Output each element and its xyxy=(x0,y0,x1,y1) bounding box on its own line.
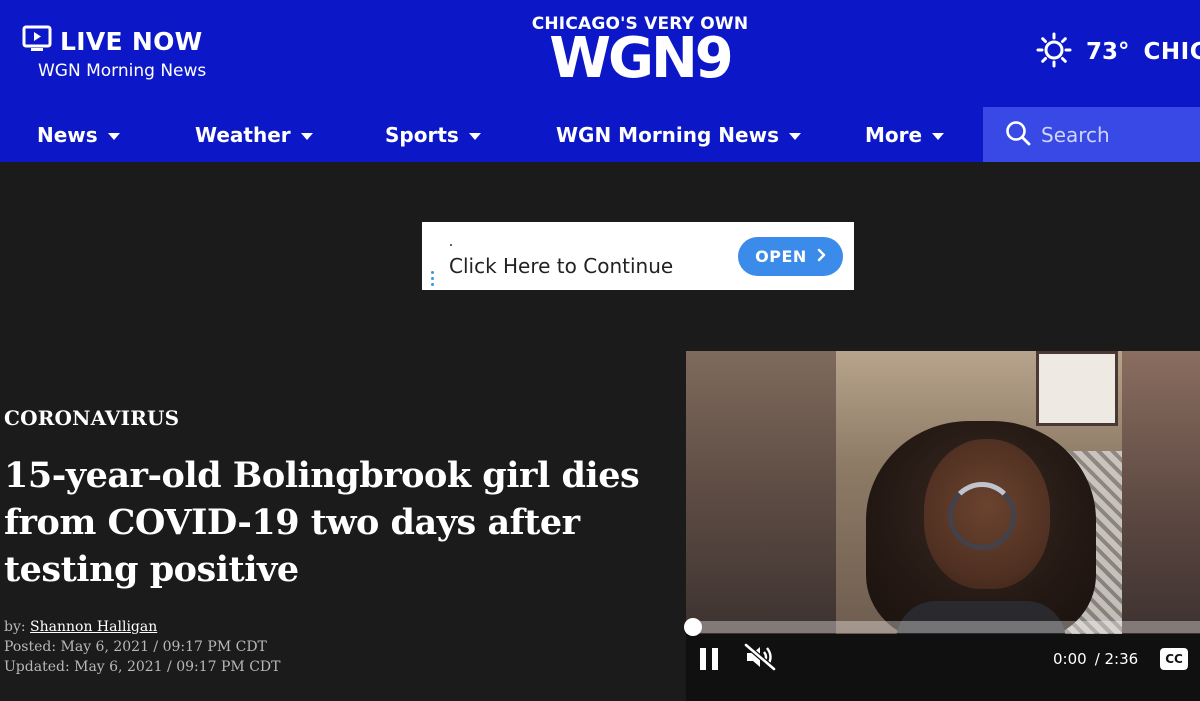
video-blur-right xyxy=(1122,351,1200,634)
video-progress-handle[interactable] xyxy=(684,618,702,636)
article-meta: by: Shannon Halligan Posted: May 6, 2021… xyxy=(4,617,280,677)
ad-text[interactable]: Click Here to Continue xyxy=(449,254,673,278)
video-frame[interactable] xyxy=(686,351,1200,634)
video-player[interactable]: 0:00 / 2:36 CC xyxy=(684,351,1200,701)
weather-city: CHIC xyxy=(1143,39,1200,65)
video-blur-left xyxy=(686,351,836,634)
live-now-link[interactable]: LIVE NOW xyxy=(22,25,203,57)
nav-item-label: Sports xyxy=(385,122,459,147)
closed-captions-button[interactable]: CC xyxy=(1160,648,1188,670)
pause-button[interactable] xyxy=(700,645,718,673)
live-show-name[interactable]: WGN Morning News xyxy=(38,61,206,81)
chevron-down-icon xyxy=(300,132,313,140)
updated-date: Updated: May 6, 2021 / 09:17 PM CDT xyxy=(4,659,281,675)
chevron-down-icon xyxy=(932,132,945,140)
chevron-down-icon xyxy=(107,132,120,140)
speaker-muted-icon xyxy=(744,643,776,675)
ad-marker xyxy=(450,244,452,246)
search-icon xyxy=(1005,120,1031,150)
byline: by: Shannon Halligan xyxy=(4,617,280,637)
nav-item-label: More xyxy=(865,122,923,147)
live-now-label: LIVE NOW xyxy=(60,26,203,56)
article-category[interactable]: CORONAVIRUS xyxy=(4,406,179,430)
pause-icon-bar xyxy=(712,648,718,670)
article-headline: 15-year-old Bolingbrook girl dies from C… xyxy=(4,455,640,590)
site-header: LIVE NOW WGN Morning News CHICAGO'S VERY… xyxy=(0,0,1200,107)
wall-picture xyxy=(1036,351,1118,426)
chevron-down-icon xyxy=(468,132,481,140)
search-input[interactable]: Search xyxy=(1041,123,1110,147)
posted-date: Posted: May 6, 2021 / 09:17 PM CDT xyxy=(4,639,267,655)
nav-item-more[interactable]: More xyxy=(865,107,945,162)
ad-options-icon[interactable] xyxy=(431,271,434,286)
duration: / 2:36 xyxy=(1094,650,1139,668)
nav-item-label: News xyxy=(37,122,98,147)
ad-banner[interactable]: Click Here to Continue OPEN xyxy=(422,222,854,290)
video-time: 0:00 / 2:36 xyxy=(1053,645,1138,673)
nav-item-sports[interactable]: Sports xyxy=(385,107,481,162)
ad-open-label: OPEN xyxy=(755,247,807,266)
weather-temperature: 73° xyxy=(1086,39,1130,65)
sun-icon xyxy=(1036,32,1072,72)
chevron-down-icon xyxy=(788,132,801,140)
current-time: 0:00 xyxy=(1053,650,1087,668)
nav-item-news[interactable]: News xyxy=(37,107,120,162)
chevron-right-icon xyxy=(817,247,826,266)
main-nav: News Weather Sports WGN Morning News Mor… xyxy=(0,107,1200,162)
nav-item-wgn-morning-news[interactable]: WGN Morning News xyxy=(556,107,801,162)
author-link[interactable]: Shannon Halligan xyxy=(30,619,157,635)
ad-open-button[interactable]: OPEN xyxy=(738,237,843,276)
pause-icon-bar xyxy=(700,648,706,670)
logo-wordmark: WGN9 xyxy=(549,26,734,91)
byline-prefix: by: xyxy=(4,619,26,635)
nav-item-label: WGN Morning News xyxy=(556,122,779,147)
mute-button[interactable] xyxy=(744,643,776,675)
wgn-logo[interactable]: CHICAGO'S VERY OWN WGN9 xyxy=(520,14,760,91)
cc-label: CC xyxy=(1165,652,1183,666)
nav-item-label: Weather xyxy=(195,122,291,147)
video-progress-bar[interactable] xyxy=(684,618,1200,636)
tv-play-icon xyxy=(22,25,52,57)
loading-spinner-icon xyxy=(948,482,1016,550)
nav-item-weather[interactable]: Weather xyxy=(195,107,313,162)
search-box[interactable]: Search xyxy=(983,107,1200,162)
weather-widget[interactable]: 73° CHIC xyxy=(1036,32,1200,72)
